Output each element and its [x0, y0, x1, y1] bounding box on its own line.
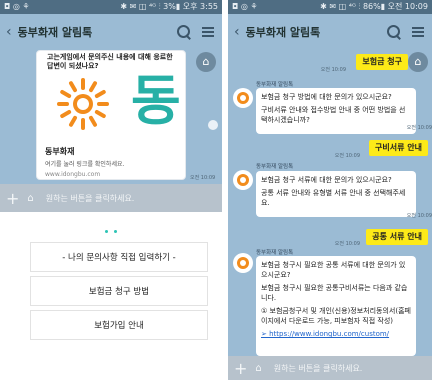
input-bar[interactable]: + ⌂ 원하는 버튼을 클릭하세요. — [228, 356, 432, 380]
card-url[interactable]: www.idongbu.com — [37, 168, 185, 178]
message-time: 오전 10:09 — [334, 153, 360, 159]
status-bar: ◘ ◎ ⚘ ✱ ✉ ◫ ⁴ᴳ ⫶ 86%▮ 오전 10:09 — [228, 0, 432, 14]
status-right: ✱ ✉ ◫ ⁴ᴳ ⫶ 3%▮ 오후 3:55 — [120, 2, 218, 11]
bot-line: 보험금 청구시 필요한 공통 서류에 대한 문의가 있으시군요? — [261, 261, 406, 279]
plus-icon[interactable]: + — [6, 189, 19, 208]
input-placeholder: 원하는 버튼을 클릭하세요. — [45, 193, 135, 203]
status-icons-left: ◘ ◎ ⚘ — [232, 2, 258, 11]
status-right: ✱ ✉ ◫ ⁴ᴳ ⫶ 86%▮ 오전 10:09 — [320, 2, 428, 11]
left-screen: ◘ ◎ ⚘ ✱ ✉ ◫ ⁴ᴳ ⫶ 3%▮ 오후 3:55 ‹ 동부화재 알림톡 … — [0, 0, 222, 380]
back-icon[interactable]: ‹ — [234, 24, 240, 40]
quick-menu: - 나의 문의사항 직접 입력하기 - 보험금 청구 방법 보험가입 안내 — [0, 212, 222, 380]
home-shortcut-icon[interactable]: ⌂ — [408, 52, 428, 72]
home-shortcut-icon[interactable]: ⌂ — [196, 52, 216, 72]
bot-line: 보험금 청구 서류에 대한 문의가 있으시군요? — [261, 176, 392, 184]
bot-avatar — [233, 170, 253, 190]
chat-title: 동부화재 알림톡 — [17, 26, 93, 39]
message-time: 오전 10:09 — [406, 125, 432, 131]
card-company-name: 동부화재 — [45, 147, 75, 156]
menu-button-direct-inquiry[interactable]: - 나의 문의사항 직접 입력하기 - — [30, 242, 208, 272]
bot-message: 보험금 청구 방법에 대한 문의가 있으시군요? 구비서류 안내와 접수방법 안… — [256, 88, 416, 134]
bot-name: 동부화재 알림톡 — [256, 250, 294, 256]
bot-link[interactable]: ➢ https://www.idongbu.com/custom/ — [261, 329, 411, 339]
bot-line: 구비서류 안내와 접수방법 안내 중 어떤 방법을 선택하시겠습니까? — [261, 106, 406, 124]
right-screen: ◘ ◎ ⚘ ✱ ✉ ◫ ⁴ᴳ ⫶ 86%▮ 오전 10:09 ‹ 동부화재 알림… — [228, 0, 432, 380]
chat-area: 고는게임에서 문의주신 내용에 대해 응료한 답변이 되셨나요? 동 동부화재 … — [0, 50, 222, 184]
user-message: 구비서류 안내 — [369, 140, 428, 156]
message-time: 오전 10:09 — [320, 67, 346, 73]
menu-button-claim-method[interactable]: 보험금 청구 방법 — [30, 276, 208, 306]
link-card[interactable]: 고는게임에서 문의주신 내용에 대해 응료한 답변이 되셨나요? 동 동부화재 … — [36, 50, 186, 180]
bot-message: 보험금 청구 서류에 대한 문의가 있으시군요? 공통 서류 안내와 유형별 서… — [256, 171, 416, 217]
input-bar[interactable]: + ⌂ 원하는 버튼을 클릭하세요. — [0, 184, 222, 212]
plus-icon[interactable]: + — [234, 359, 247, 378]
status-icons-left: ◘ ◎ ⚘ — [4, 2, 30, 11]
input-placeholder: 원하는 버튼을 클릭하세요. — [273, 363, 363, 373]
sun-logo-icon — [237, 257, 249, 269]
back-icon[interactable]: ‹ — [6, 24, 12, 40]
sun-logo-icon — [57, 78, 109, 130]
bot-message: 보험금 청구시 필요한 공통 서류에 대한 문의가 있으시군요? 보험금 청구시… — [256, 256, 416, 356]
app-bar: ‹ 동부화재 알림톡 — [228, 14, 432, 50]
card-description: 여기를 눌러 링크를 확인하세요. — [45, 161, 125, 168]
home-icon[interactable]: ⌂ — [255, 363, 261, 374]
bot-name: 동부화재 알림톡 — [256, 82, 294, 88]
menu-button-insurance-guide[interactable]: 보험가입 안내 — [30, 310, 208, 340]
bot-line: ① 보험금청구서 및 개인(신용)정보처리동의서(홈페이지에서 다운로드 가능,… — [261, 307, 411, 325]
user-message: 보험금 청구 — [356, 54, 408, 70]
bot-line: 보험금 청구시 필요한 공통구비서류는 다음과 같습니다. — [261, 284, 408, 302]
bot-avatar — [233, 88, 253, 108]
bot-line: 공통 서류 안내와 유형별 서류 안내 중 선택해주세요. — [261, 189, 406, 207]
bot-name: 동부화재 알림톡 — [256, 164, 294, 170]
menu-icon[interactable] — [410, 24, 426, 40]
search-icon[interactable] — [176, 24, 192, 40]
sun-logo-icon — [237, 174, 249, 186]
status-bar: ◘ ◎ ⚘ ✱ ✉ ◫ ⁴ᴳ ⫶ 3%▮ 오후 3:55 — [0, 0, 222, 14]
scroll-indicator-icon — [208, 120, 218, 130]
logo-letter: 동 — [131, 69, 181, 132]
card-top-text: 고는게임에서 문의주신 내용에 대해 응료한 답변이 되셨나요? — [47, 53, 173, 70]
message-time: 오전 10:09 — [190, 175, 216, 181]
app-bar: ‹ 동부화재 알림톡 — [0, 14, 222, 50]
chat-title: 동부화재 알림톡 — [245, 26, 321, 39]
message-time: 오전 10:09 — [406, 213, 432, 219]
message-time: 오전 10:09 — [334, 241, 360, 247]
sun-logo-icon — [237, 92, 249, 104]
menu-icon[interactable] — [200, 24, 216, 40]
page-dots — [0, 212, 222, 236]
bot-avatar — [233, 253, 253, 273]
search-icon[interactable] — [386, 24, 402, 40]
company-logo: 동 — [37, 70, 185, 136]
home-icon[interactable]: ⌂ — [27, 193, 33, 204]
bot-line: 보험금 청구 방법에 대한 문의가 있으시군요? — [261, 93, 392, 101]
user-message: 공통 서류 안내 — [366, 229, 428, 245]
